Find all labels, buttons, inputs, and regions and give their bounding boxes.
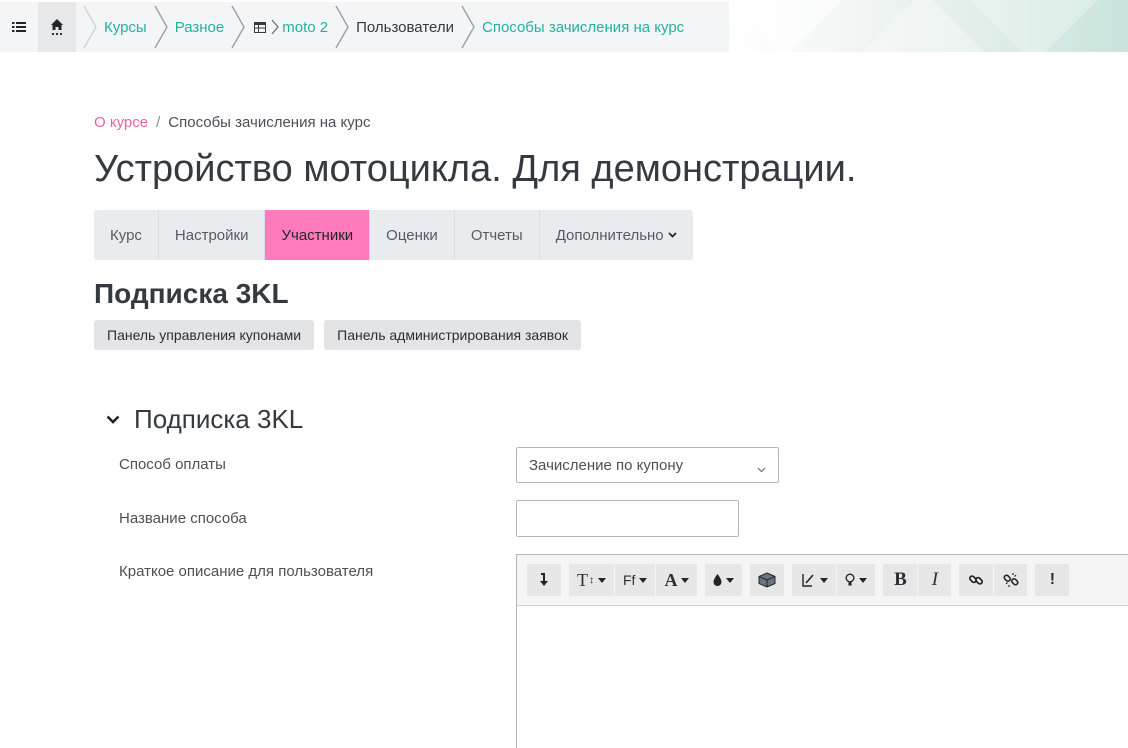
bold-button[interactable]: B (883, 564, 918, 596)
chevron-down-icon[interactable] (104, 411, 122, 429)
font-color-button[interactable]: A (655, 564, 698, 596)
header-decoration (729, 0, 1128, 52)
breadcrumb-courses[interactable]: Курсы (104, 19, 147, 36)
chevron-right-icon (328, 2, 356, 52)
hint-button[interactable] (836, 564, 876, 596)
tab-more[interactable]: Дополнительно (540, 210, 693, 260)
table-icon (254, 21, 267, 33)
tab-grades[interactable]: Оценки (370, 210, 455, 260)
caret-down-icon (639, 577, 648, 583)
unlink-icon (1003, 573, 1019, 587)
breadcrumb-separator: / (156, 114, 161, 131)
form-section-title: Подписка 3KL (134, 404, 304, 434)
page-breadcrumb: О курсе / Способы зачисления на курс (94, 114, 370, 131)
unlink-button[interactable] (993, 564, 1028, 596)
payment-method-label: Способ оплаты (119, 456, 226, 473)
italic-icon: I (931, 569, 939, 590)
undo-icon (540, 573, 548, 586)
description-editor: T ↕ Ff A B I ! (516, 554, 1128, 748)
course-nav: Курс Настройки Участники Оценки Отчеты Д… (94, 210, 693, 260)
chevron-right-icon (147, 2, 175, 52)
method-name-input[interactable] (516, 500, 739, 537)
breadcrumb-enrolment-methods[interactable]: Способы зачисления на курс (482, 19, 684, 36)
tab-label: Участники (281, 226, 354, 244)
short-description-label: Краткое описание для пользователя (119, 563, 374, 580)
top-navigation-bar: Курсы Разное moto 2 Пользователи Способы… (0, 0, 1128, 52)
hint-icon (845, 573, 855, 586)
breadcrumb: Курсы Разное moto 2 Пользователи Способы… (76, 2, 684, 52)
tab-label: Курс (110, 226, 142, 244)
requests-admin-button[interactable]: Панель администрирования заявок (324, 320, 581, 350)
action-buttons: Панель управления купонами Панель админи… (94, 320, 581, 350)
more-icon: ! (1049, 571, 1056, 588)
link-button[interactable] (959, 564, 994, 596)
breadcrumb-misc[interactable]: Разное (175, 19, 225, 36)
background-color-icon (713, 574, 722, 586)
home-button[interactable] (38, 2, 76, 52)
chevron-right-icon (76, 2, 104, 52)
list-icon (12, 22, 26, 32)
text-size-icon: T (577, 569, 588, 590)
caret-down-icon (820, 577, 829, 583)
breadcrumb-about-course[interactable]: О курсе (94, 114, 148, 131)
caret-down-icon (859, 577, 868, 583)
form-section-header[interactable]: Подписка 3KL (104, 404, 303, 435)
payment-method-select[interactable]: Зачисление по купону (516, 447, 779, 483)
tab-course[interactable]: Курс (94, 210, 159, 260)
chevron-right-icon (224, 2, 252, 52)
editor-content-area[interactable] (517, 606, 1128, 748)
breadcrumb-bar: Курсы Разное moto 2 Пользователи Способы… (0, 2, 729, 52)
menu-toggle-button[interactable] (0, 2, 38, 52)
breadcrumb-moto2[interactable]: moto 2 (282, 19, 328, 36)
style-button[interactable] (792, 564, 837, 596)
font-color-icon: A (664, 569, 678, 590)
background-color-button[interactable] (705, 564, 743, 596)
chevron-right-icon (454, 2, 482, 52)
caret-down-icon (681, 577, 690, 583)
style-icon (802, 574, 815, 587)
text-size-button[interactable]: T ↕ (569, 564, 614, 596)
caret-down-icon (598, 577, 606, 583)
more-button[interactable]: ! (1035, 564, 1070, 596)
home-icon (51, 19, 63, 36)
tab-label: Дополнительно (555, 226, 664, 244)
insert-block-button[interactable] (750, 564, 785, 596)
tab-label: Настройки (174, 226, 249, 244)
tab-participants[interactable]: Участники (265, 210, 371, 260)
font-family-icon: Ff (623, 572, 636, 588)
undo-button[interactable] (527, 564, 561, 596)
tab-label: Оценки (386, 226, 438, 244)
breadcrumb-users[interactable]: Пользователи (356, 19, 454, 36)
tab-reports[interactable]: Отчеты (455, 210, 540, 260)
payment-method-value: Зачисление по купону (529, 456, 684, 474)
tab-label: Отчеты (470, 226, 523, 244)
editor-toolbar: T ↕ Ff A B I ! (517, 555, 1128, 606)
caret-down-icon (726, 577, 735, 583)
method-name-label: Название способа (119, 510, 247, 527)
italic-button[interactable]: I (917, 564, 952, 596)
chevron-down-icon (757, 460, 766, 477)
link-icon (969, 575, 984, 585)
insert-block-icon (758, 572, 776, 588)
breadcrumb-current: Способы зачисления на курс (168, 114, 371, 131)
tab-settings[interactable]: Настройки (159, 210, 266, 260)
chevron-down-icon (668, 232, 677, 238)
chevron-right-icon (268, 2, 282, 52)
page-title: Устройство мотоцикла. Для демонстрации. (94, 148, 857, 190)
bold-icon: B (894, 569, 907, 590)
font-family-button[interactable]: Ff (614, 564, 656, 596)
coupon-panel-button[interactable]: Панель управления купонами (94, 320, 315, 350)
section-heading: Подписка 3KL (94, 278, 289, 309)
